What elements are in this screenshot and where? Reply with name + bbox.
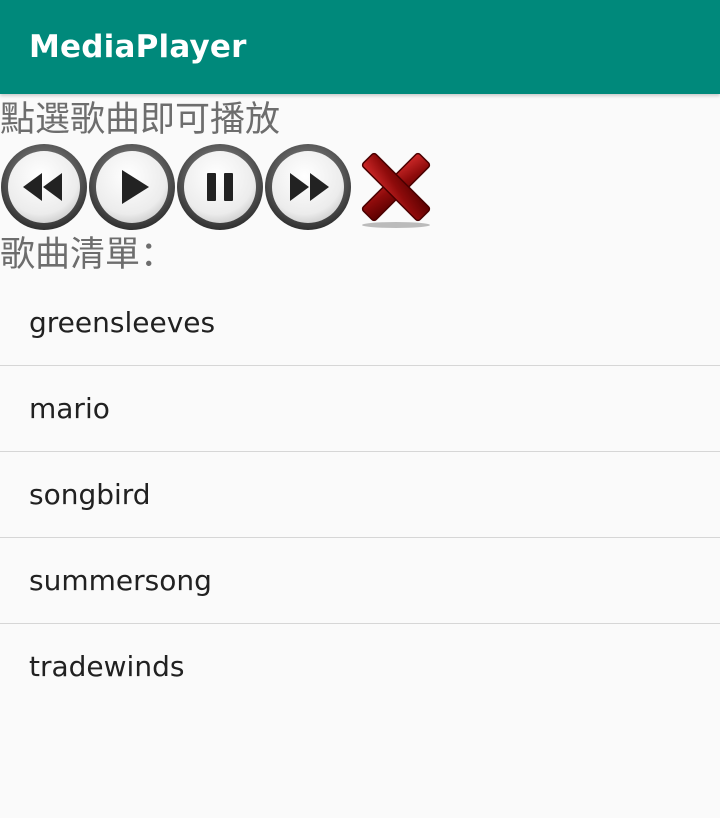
play-button[interactable] xyxy=(88,143,176,231)
song-title: greensleeves xyxy=(29,306,216,339)
song-title: songbird xyxy=(29,478,151,511)
list-item[interactable]: mario xyxy=(0,366,720,452)
song-title: tradewinds xyxy=(29,650,185,683)
rewind-icon xyxy=(1,144,87,230)
play-hint-text: 點選歌曲即可播放 xyxy=(0,100,281,140)
fast-forward-button[interactable] xyxy=(264,143,352,231)
list-item[interactable]: greensleeves xyxy=(0,280,720,366)
song-title: summersong xyxy=(29,564,212,597)
pause-button[interactable] xyxy=(176,143,264,231)
list-item[interactable]: summersong xyxy=(0,538,720,624)
song-title: mario xyxy=(29,392,110,425)
song-list: greensleeves mario songbird summersong t… xyxy=(0,280,720,709)
pause-icon xyxy=(177,144,263,230)
close-button[interactable] xyxy=(352,143,440,231)
close-x-icon xyxy=(361,152,431,228)
rewind-button[interactable] xyxy=(0,143,88,231)
list-item[interactable]: tradewinds xyxy=(0,624,720,709)
play-icon xyxy=(89,144,175,230)
list-item[interactable]: songbird xyxy=(0,452,720,538)
song-list-label: 歌曲清單： xyxy=(0,235,176,275)
playback-controls xyxy=(0,141,720,233)
app-title: MediaPlayer xyxy=(29,29,247,65)
app-bar: MediaPlayer xyxy=(0,0,720,94)
fast-forward-icon xyxy=(265,144,351,230)
